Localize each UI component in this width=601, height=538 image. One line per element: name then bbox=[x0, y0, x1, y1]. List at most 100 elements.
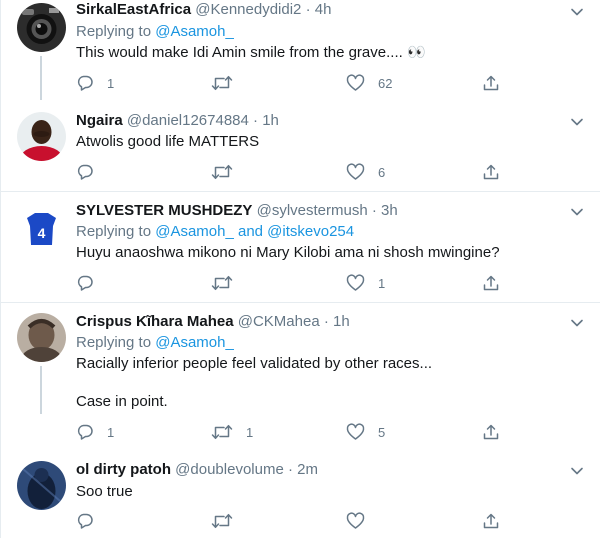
dot-separator: · bbox=[371, 202, 377, 219]
reply-button[interactable] bbox=[76, 272, 107, 294]
retweet-icon bbox=[211, 163, 233, 181]
chevron-down-icon[interactable] bbox=[569, 114, 585, 130]
retweet-icon bbox=[211, 423, 233, 441]
author-name[interactable]: SYLVESTER MUSHDEZY bbox=[76, 202, 252, 219]
avatar[interactable]: 4 bbox=[17, 202, 66, 251]
retweet-icon bbox=[211, 74, 233, 92]
replying-to-link[interactable]: @Asamoh_ bbox=[155, 334, 234, 351]
reply-button[interactable] bbox=[76, 510, 107, 532]
chevron-down-icon[interactable] bbox=[569, 4, 585, 20]
author-handle[interactable]: @Kennedydidi2 bbox=[195, 1, 301, 18]
reply-button[interactable]: 1 bbox=[76, 421, 114, 443]
chevron-down-icon[interactable] bbox=[569, 315, 585, 331]
timestamp[interactable]: 4h bbox=[315, 1, 332, 18]
replying-to: Replying to @Asamoh_ and @itskevo254 bbox=[76, 223, 354, 241]
feed-border bbox=[0, 0, 1, 538]
avatar[interactable] bbox=[17, 3, 66, 52]
avatar[interactable] bbox=[17, 461, 66, 510]
heart-icon bbox=[346, 163, 365, 181]
replying-to: Replying to @Asamoh_ bbox=[76, 23, 234, 41]
retweet-icon bbox=[211, 512, 233, 530]
author-handle[interactable]: @CKMahea bbox=[238, 313, 320, 330]
tweet-header: Ngaira @daniel12674884 · 1h bbox=[76, 112, 279, 130]
tweet-actions bbox=[76, 510, 506, 532]
author-handle[interactable]: @doublevolume bbox=[175, 461, 284, 478]
reply-icon bbox=[76, 274, 94, 292]
share-button[interactable] bbox=[482, 72, 500, 94]
tweet-header: SirkalEastAfrica @Kennedydidi2 · 4h bbox=[76, 1, 331, 19]
replying-to: Replying to @Asamoh_ bbox=[76, 334, 234, 352]
retweet-button[interactable] bbox=[211, 161, 246, 183]
chevron-down-icon[interactable] bbox=[569, 204, 585, 220]
author-name[interactable]: Ngaira bbox=[76, 112, 123, 129]
retweet-button[interactable] bbox=[211, 510, 246, 532]
timestamp[interactable]: 1h bbox=[262, 112, 279, 129]
tweet-divider bbox=[0, 191, 600, 192]
author-name[interactable]: Crispus Kĩhara Mahea bbox=[76, 313, 234, 330]
tweet-text: Huyu anaoshwa mikono ni Mary Kilobi ama … bbox=[76, 244, 500, 261]
replying-prefix: Replying to bbox=[76, 223, 152, 240]
timestamp[interactable]: 3h bbox=[381, 202, 398, 219]
chevron-down-icon[interactable] bbox=[569, 463, 585, 479]
reply-icon bbox=[76, 512, 94, 530]
tweet-text: This would make Idi Amin smile from the … bbox=[76, 44, 426, 61]
author-name[interactable]: ol dirty patoh bbox=[76, 461, 171, 478]
author-handle[interactable]: @daniel12674884 bbox=[127, 112, 249, 129]
share-icon bbox=[482, 274, 500, 292]
dot-separator: · bbox=[305, 1, 311, 18]
like-count: 6 bbox=[378, 164, 386, 180]
replies-feed: SirkalEastAfrica @Kennedydidi2 · 4h Repl… bbox=[0, 0, 601, 538]
tweet-text-line: Racially inferior people feel validated … bbox=[76, 355, 433, 372]
retweet-count: 1 bbox=[246, 424, 254, 440]
reply-icon bbox=[76, 163, 94, 181]
replying-to-link[interactable]: @Asamoh_ and @itskevo254 bbox=[155, 223, 354, 240]
retweet-button[interactable] bbox=[211, 272, 246, 294]
replying-prefix: Replying to bbox=[76, 23, 152, 40]
timestamp[interactable]: 1h bbox=[333, 313, 350, 330]
thread-connector bbox=[40, 366, 42, 414]
heart-icon bbox=[346, 512, 365, 530]
like-count: 62 bbox=[378, 75, 393, 91]
like-button[interactable]: 1 bbox=[346, 272, 385, 294]
reply-icon bbox=[76, 74, 94, 92]
author-name[interactable]: SirkalEastAfrica bbox=[76, 1, 191, 18]
like-button[interactable] bbox=[346, 510, 378, 532]
retweet-icon bbox=[211, 274, 233, 292]
tweet-header: Crispus Kĩhara Mahea @CKMahea · 1h bbox=[76, 313, 350, 331]
reply-button[interactable] bbox=[76, 161, 107, 183]
author-handle[interactable]: @sylvestermush bbox=[257, 202, 368, 219]
tweet-text: Atwolis good life MATTERS bbox=[76, 133, 260, 150]
share-button[interactable] bbox=[482, 272, 500, 294]
timestamp[interactable]: 2m bbox=[297, 461, 318, 478]
share-icon bbox=[482, 423, 500, 441]
retweet-button[interactable]: 1 bbox=[211, 421, 253, 443]
like-button[interactable]: 5 bbox=[346, 421, 385, 443]
like-count: 5 bbox=[378, 424, 386, 440]
share-icon bbox=[482, 74, 500, 92]
dot-separator: · bbox=[253, 112, 259, 129]
share-icon bbox=[482, 512, 500, 530]
tweet-header: ol dirty patoh @doublevolume · 2m bbox=[76, 461, 318, 479]
share-button[interactable] bbox=[482, 161, 500, 183]
like-button[interactable]: 62 bbox=[346, 72, 392, 94]
heart-icon bbox=[346, 74, 365, 92]
retweet-button[interactable] bbox=[211, 72, 246, 94]
avatar[interactable] bbox=[17, 112, 66, 161]
like-count: 1 bbox=[378, 275, 386, 291]
replying-to-link[interactable]: @Asamoh_ bbox=[155, 23, 234, 40]
svg-text:4: 4 bbox=[38, 225, 46, 241]
dot-separator: · bbox=[323, 313, 329, 330]
heart-icon bbox=[346, 274, 365, 292]
share-button[interactable] bbox=[482, 421, 500, 443]
share-button[interactable] bbox=[482, 510, 500, 532]
like-button[interactable]: 6 bbox=[346, 161, 385, 183]
reply-button[interactable]: 1 bbox=[76, 72, 114, 94]
avatar[interactable] bbox=[17, 313, 66, 362]
tweet-text-line: Case in point. bbox=[76, 393, 168, 410]
tweet-actions: 6 bbox=[76, 161, 506, 183]
tweet-text: Soo true bbox=[76, 483, 133, 500]
tweet-header: SYLVESTER MUSHDEZY @sylvestermush · 3h bbox=[76, 202, 398, 220]
heart-icon bbox=[346, 423, 365, 441]
tweet-actions: 1 bbox=[76, 272, 506, 294]
reply-count: 1 bbox=[107, 75, 115, 91]
